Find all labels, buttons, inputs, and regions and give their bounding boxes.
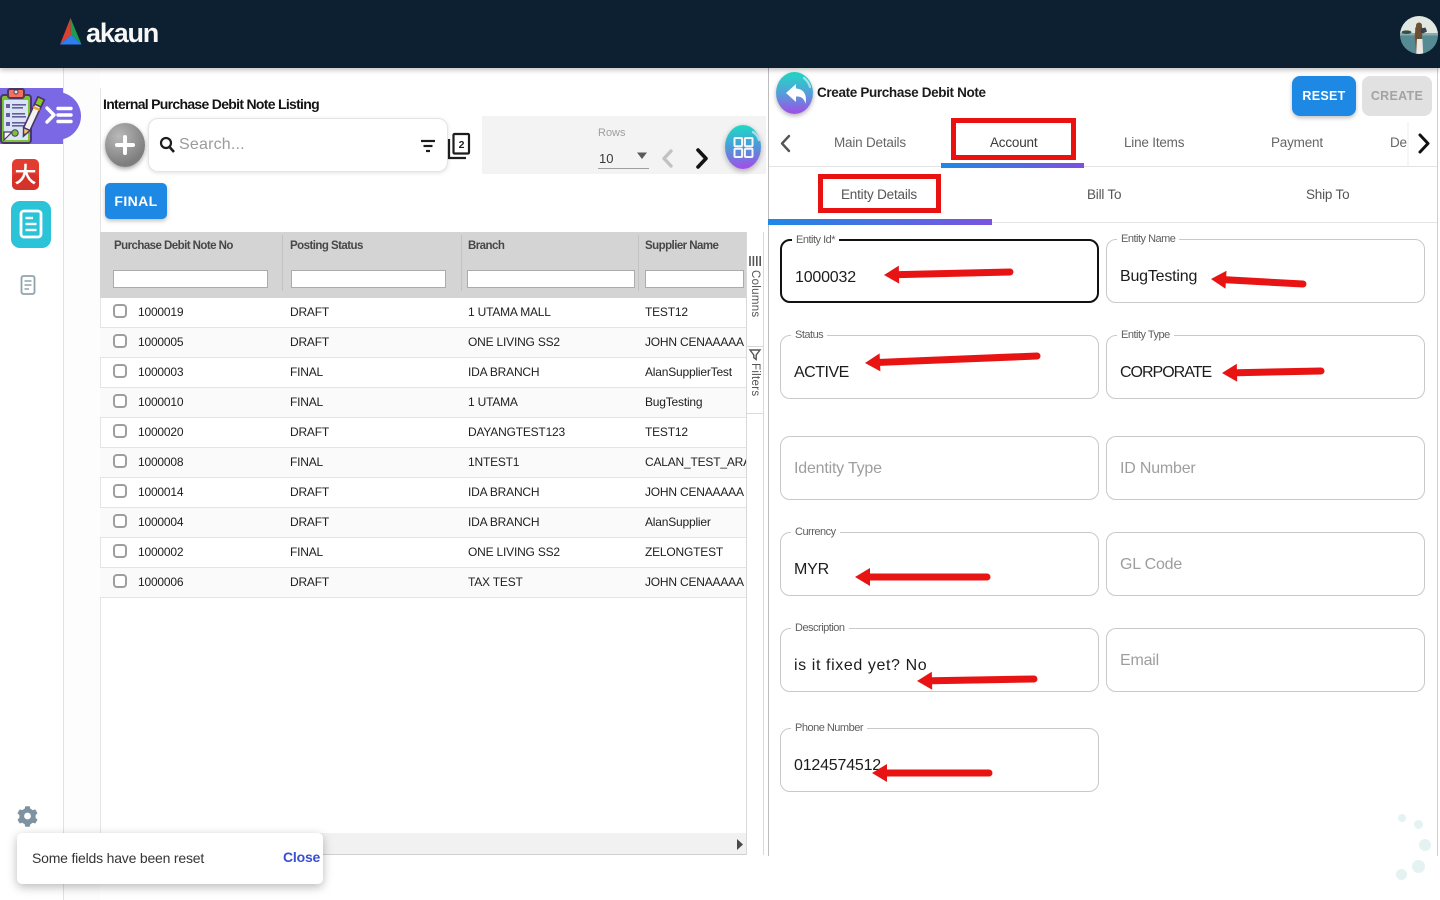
svg-text:大: 大 (15, 164, 36, 187)
svg-text:2: 2 (459, 139, 465, 151)
